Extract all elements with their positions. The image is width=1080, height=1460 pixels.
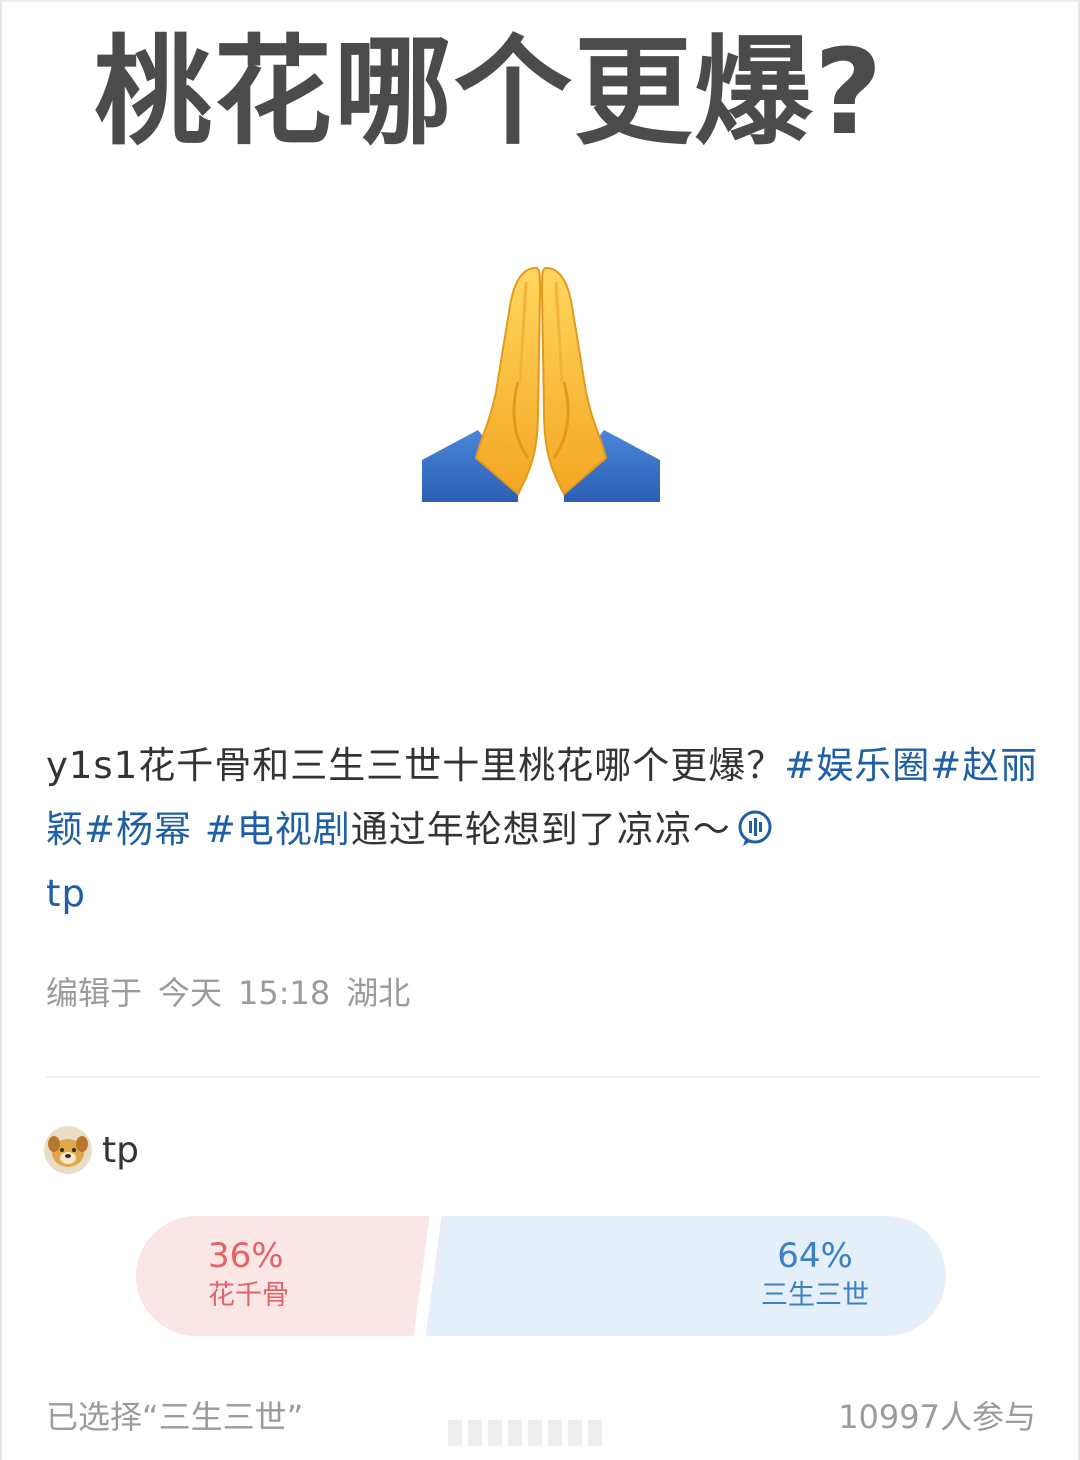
participant-count: 10997人参与 (838, 1398, 1036, 1436)
selected-choice: 已选择“三生三世” (46, 1398, 304, 1436)
watermark (448, 1420, 628, 1450)
tag-tv-drama[interactable]: #电视剧 (205, 808, 351, 851)
author-name[interactable]: tp (102, 1130, 139, 1171)
folded-hands-icon (418, 262, 664, 504)
top-border (0, 0, 1080, 2)
meta-time: 15:18 (238, 974, 331, 1012)
link-tp[interactable]: tp (46, 872, 86, 915)
post-meta: 编辑于 今天 15:18 湖北 (46, 968, 426, 1014)
tag-entertainment[interactable]: #娱乐圈 (784, 744, 930, 787)
poll-right-percent: 64% (777, 1236, 853, 1276)
poll-left-text: 36% 花千骨 (208, 1234, 289, 1314)
divider (46, 1076, 1040, 1078)
meta-location: 湖北 (346, 974, 411, 1012)
voice-bubble-icon[interactable] (735, 804, 775, 846)
dog-avatar-icon[interactable] (44, 1126, 92, 1174)
meta-day: 今天 (158, 974, 223, 1012)
poll-right-label: 三生三世 (761, 1280, 869, 1311)
poll-left-percent: 36% (208, 1236, 284, 1276)
post-prefix: y1s1花千骨和三生三世十里桃花哪个更爆？ (46, 744, 785, 787)
page-headline: 桃花哪个更爆? (94, 23, 885, 161)
tag-yang-mi[interactable]: #杨幂 (84, 808, 192, 851)
poll-result[interactable]: 36% 花千骨 64% 三生三世 (136, 1216, 946, 1336)
author-row[interactable]: tp (44, 1122, 139, 1178)
poll-left-label: 花千骨 (208, 1280, 289, 1311)
post-body: 通过年轮想到了凉凉～ (350, 808, 731, 851)
meta-edited: 编辑于 (46, 974, 143, 1012)
post-text: y1s1花千骨和三生三世十里桃花哪个更爆？#娱乐圈#赵丽颖#杨幂 #电视剧通过年… (46, 734, 1040, 926)
left-border (0, 0, 2, 1460)
poll-right-text: 64% 三生三世 (752, 1234, 878, 1314)
